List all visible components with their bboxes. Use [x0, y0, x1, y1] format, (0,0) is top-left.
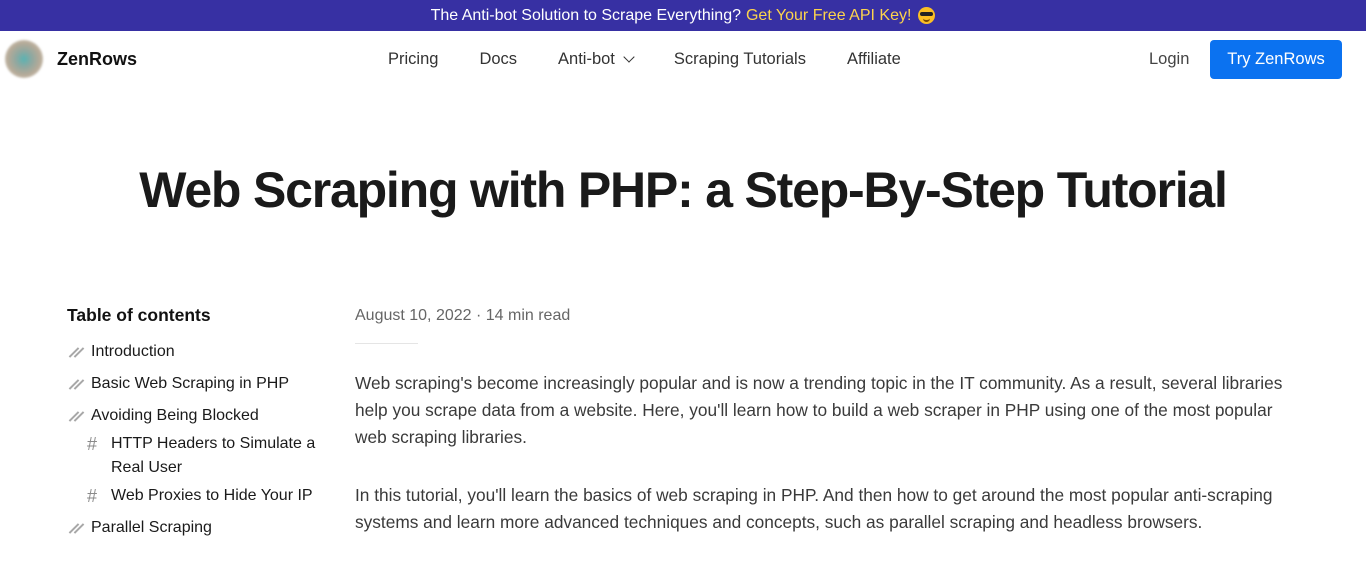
nav-dropdown-label: Anti-bot: [558, 50, 615, 68]
chevron-down-icon: [623, 51, 635, 63]
brand-logo-link[interactable]: ZenRows: [5, 40, 137, 78]
try-zenrows-button[interactable]: Try ZenRows: [1210, 40, 1342, 79]
article-meta: August 10, 2022 · 14 min read: [355, 307, 571, 324]
article-paragraph: Web scraping's become increasingly popul…: [355, 373, 1283, 447]
brand-name: ZenRows: [57, 48, 138, 69]
login-link[interactable]: Login: [1149, 50, 1189, 69]
nav-link-pricing[interactable]: Pricing: [388, 50, 438, 69]
sunglasses-emoji-icon: [918, 7, 936, 24]
hash-icon: #: [87, 434, 98, 454]
toc-item-label: HTTP Headers to Simulate a Real User: [111, 435, 316, 476]
top-navbar: ZenRows Pricing Docs Anti-bot Scraping T…: [0, 31, 1366, 88]
toc-item-label: Avoiding Being Blocked: [91, 407, 259, 424]
toc-item-label: Parallel Scraping: [91, 519, 212, 536]
nav-dropdown-anti-bot[interactable]: Anti-bot: [558, 50, 635, 69]
article-paragraph: In this tutorial, you'll learn the basic…: [355, 485, 1273, 532]
promo-text: The Anti-bot Solution to Scrape Everythi…: [430, 6, 741, 24]
nav-link-scraping-tutorials[interactable]: Scraping Tutorials: [674, 50, 806, 69]
toc-item-label: Basic Web Scraping in PHP: [91, 375, 290, 392]
toc-heading: Table of contents: [67, 305, 211, 325]
toc-item-http-headers[interactable]: # HTTP Headers to Simulate a Real User: [87, 432, 337, 480]
double-slash-icon: [67, 404, 91, 428]
toc-item-introduction[interactable]: Introduction: [67, 340, 337, 364]
double-slash-icon: [67, 340, 91, 364]
table-of-contents: Table of contents Introduction Basic Web…: [67, 305, 337, 548]
toc-item-web-proxies[interactable]: # Web Proxies to Hide Your IP: [87, 484, 337, 508]
zenrows-logo-icon: [5, 40, 43, 78]
toc-item-parallel-scraping[interactable]: Parallel Scraping: [67, 516, 337, 540]
promo-banner: The Anti-bot Solution to Scrape Everythi…: [0, 0, 1366, 31]
nav-link-affiliate[interactable]: Affiliate: [847, 50, 901, 69]
meta-divider: [355, 343, 418, 344]
toc-item-label: Introduction: [91, 343, 175, 360]
hash-icon: #: [87, 486, 98, 506]
nav-link-docs[interactable]: Docs: [479, 50, 517, 69]
toc-item-basic-web-scraping[interactable]: Basic Web Scraping in PHP: [67, 372, 337, 396]
page-title: Web Scraping with PHP: a Step-By-Step Tu…: [139, 162, 1228, 218]
promo-cta-link[interactable]: Get Your Free API Key!: [746, 7, 911, 25]
main-nav: Pricing Docs Anti-bot Scraping Tutorials…: [388, 31, 901, 88]
double-slash-icon: [67, 516, 91, 540]
toc-item-avoiding-being-blocked[interactable]: Avoiding Being Blocked: [67, 404, 337, 428]
article-body: August 10, 2022 · 14 min read Web scrapi…: [355, 305, 1305, 567]
double-slash-icon: [67, 372, 91, 396]
toc-item-label: Web Proxies to Hide Your IP: [111, 487, 313, 504]
